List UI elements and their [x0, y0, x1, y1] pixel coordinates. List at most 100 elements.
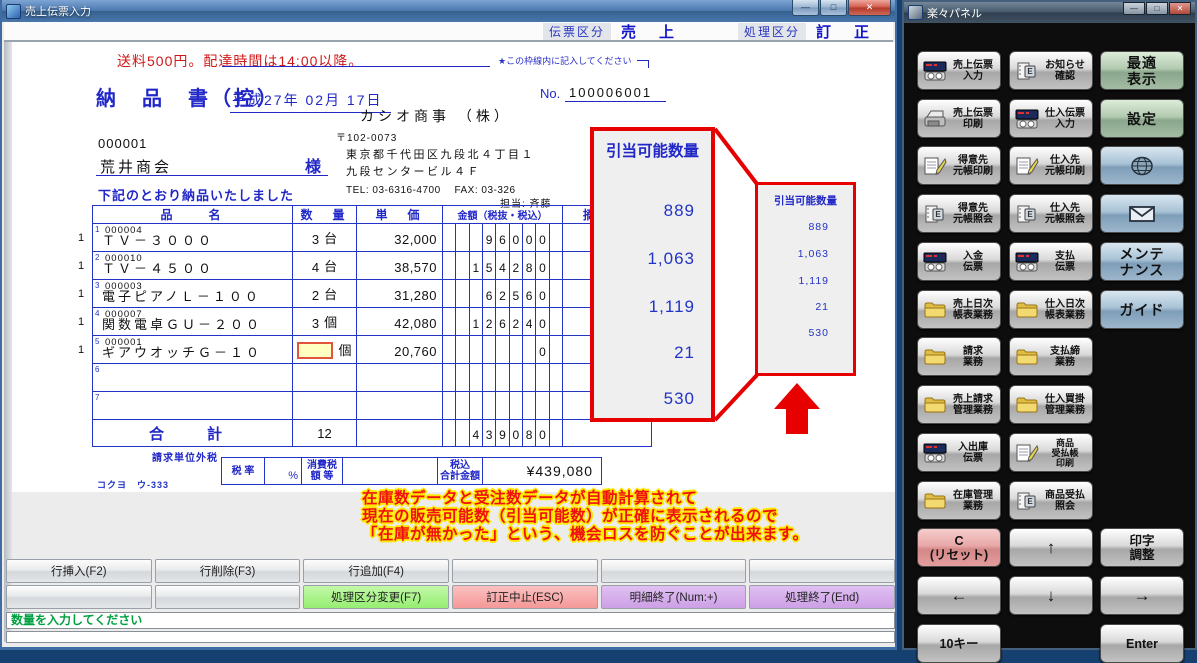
- panel-button-label: 仕入先 元帳照会: [1040, 203, 1090, 225]
- panel-button[interactable]: 売上伝票 入力: [917, 51, 1001, 90]
- panel-button[interactable]: E得意先 元帳照会: [917, 194, 1001, 233]
- panel-button-label: 支払 伝票: [1040, 251, 1090, 273]
- total-amount-digits: 439080: [443, 420, 562, 446]
- panel-button-label: 商品受払 照会: [1040, 490, 1090, 512]
- amount-digit-cell: [443, 280, 456, 307]
- amount-digit-cell: 4: [496, 252, 509, 279]
- panel-button[interactable]: ガイド: [1100, 290, 1184, 329]
- panel-button-label: ↑: [1010, 542, 1092, 553]
- header-price: 単 価: [357, 206, 443, 223]
- input-bar[interactable]: [6, 631, 895, 643]
- quantity-cell: 4台: [293, 252, 357, 279]
- panel-close-button[interactable]: ✕: [1169, 2, 1191, 15]
- function-button[interactable]: 行追加(F4): [303, 559, 449, 583]
- panel-button[interactable]: 在庫管理 業務: [917, 481, 1001, 520]
- amount-digit-cell: [443, 252, 456, 279]
- company-telfax: TEL: 03-6316-4700 FAX: 03-326: [346, 181, 516, 196]
- panel-button[interactable]: 仕入日次 帳表業務: [1009, 290, 1093, 329]
- allocatable-qty-value: 1,063: [647, 249, 695, 269]
- amount-digit-cell: 0: [523, 224, 536, 251]
- total-price-cell: [357, 420, 443, 446]
- amount-digit-cell: [456, 364, 469, 391]
- book-icon: E: [1014, 204, 1040, 224]
- amount-digit-cell: [550, 252, 562, 279]
- panel-button[interactable]: E商品受払 照会: [1009, 481, 1093, 520]
- panel-button[interactable]: 請求 業務: [917, 337, 1001, 376]
- panel-button[interactable]: 入出庫 伝票: [917, 433, 1001, 472]
- panel-button[interactable]: 設定: [1100, 99, 1184, 138]
- panel-button-label: 仕入買掛 管理業務: [1040, 394, 1090, 416]
- function-button[interactable]: 処理区分変更(F7): [303, 585, 449, 609]
- panel-button[interactable]: 仕入伝票 入力: [1009, 99, 1093, 138]
- amount-digit-cell: [470, 224, 483, 251]
- function-button-empty[interactable]: [601, 559, 747, 583]
- unit-price-cell: [357, 392, 443, 419]
- panel-button[interactable]: 得意先 元帳印刷: [917, 146, 1001, 185]
- panel-button[interactable]: 印字 調整: [1100, 528, 1184, 567]
- slip-number: 100006001: [565, 85, 666, 102]
- quantity-input[interactable]: [297, 342, 333, 359]
- panel-button[interactable]: 最適 表示: [1100, 51, 1184, 90]
- amount-digit-cell: [550, 336, 562, 363]
- panel-button[interactable]: 支払 伝票: [1009, 242, 1093, 281]
- amount-digit-cell: 2: [483, 308, 496, 335]
- function-button[interactable]: 処理終了(End): [749, 585, 895, 609]
- register-icon: [922, 443, 948, 463]
- company-zip: 〒102-0073: [336, 129, 397, 144]
- maximize-button[interactable]: □: [820, 0, 847, 16]
- allocatable-qty-value: 1,119: [649, 297, 695, 317]
- panel-button[interactable]: 支払締 業務: [1009, 337, 1093, 376]
- panel-button[interactable]: [1100, 194, 1184, 233]
- panel-maximize-button[interactable]: □: [1146, 2, 1168, 15]
- panel-button[interactable]: 売上請求 管理業務: [917, 385, 1001, 424]
- function-button[interactable]: 行挿入(F2): [6, 559, 152, 583]
- function-button[interactable]: 明細終了(Num:+): [601, 585, 747, 609]
- minimize-button[interactable]: —: [792, 0, 819, 16]
- function-button-row-1: 行挿入(F2)行削除(F3)行追加(F4): [6, 559, 895, 583]
- line-number: 5: [95, 337, 99, 346]
- panel-button[interactable]: Eお知らせ 確認: [1009, 51, 1093, 90]
- panel-button-label: ←: [918, 590, 1000, 601]
- slip-type-label: 伝票区分: [543, 23, 611, 40]
- unit-price-value: 32,000: [357, 224, 442, 251]
- line-number: 4: [95, 309, 99, 318]
- panel-button[interactable]: 10キー: [917, 624, 1001, 663]
- amount-digit-cell: 8: [523, 252, 536, 279]
- total-label: 合 計: [93, 420, 292, 446]
- amount-digit-cell: 9: [496, 420, 509, 446]
- panel-button[interactable]: Enter: [1100, 624, 1184, 663]
- close-button[interactable]: ✕: [848, 0, 891, 16]
- panel-button[interactable]: 仕入買掛 管理業務: [1009, 385, 1093, 424]
- function-button-empty[interactable]: [452, 559, 598, 583]
- panel-titlebar: 楽々パネル — □ ✕: [904, 2, 1195, 23]
- function-button[interactable]: 行削除(F3): [155, 559, 301, 583]
- panel-button[interactable]: 入金 伝票: [917, 242, 1001, 281]
- panel-button[interactable]: 仕入先 元帳印刷: [1009, 146, 1093, 185]
- function-button-empty[interactable]: [6, 585, 152, 609]
- panel-button[interactable]: [1100, 146, 1184, 185]
- function-button-empty[interactable]: [749, 559, 895, 583]
- panel-button[interactable]: 商品 受払帳 印刷: [1009, 433, 1093, 472]
- panel-button[interactable]: ↑: [1009, 528, 1093, 567]
- function-button-empty[interactable]: [155, 585, 301, 609]
- function-button[interactable]: 訂正中止(ESC): [452, 585, 598, 609]
- panel-button[interactable]: →: [1100, 576, 1184, 615]
- amount-digit-cell: [443, 336, 456, 363]
- panel-button-label: 10キー: [918, 637, 1000, 651]
- grand-total-value: ¥439,080: [482, 457, 602, 485]
- panel-button[interactable]: C (リセット): [917, 528, 1001, 567]
- amount-cell: 96000: [443, 224, 563, 251]
- panel-button[interactable]: メンテ ナンス: [1100, 242, 1184, 281]
- panel-minimize-button[interactable]: —: [1123, 2, 1145, 15]
- amount-digit-cell: 0: [536, 224, 549, 251]
- panel-button[interactable]: 売上日次 帳表業務: [917, 290, 1001, 329]
- quantity-value: [293, 392, 356, 419]
- panel-button[interactable]: ↓: [1009, 576, 1093, 615]
- panel-button[interactable]: E仕入先 元帳照会: [1009, 194, 1093, 233]
- customer-underline: [96, 175, 328, 176]
- tax-rate-label: 税 率: [221, 457, 265, 485]
- main-titlebar: 売上伝票入力 — □ ✕: [2, 0, 895, 22]
- unit-price-cell: 38,570: [357, 252, 443, 279]
- panel-button[interactable]: 売上伝票 印刷: [917, 99, 1001, 138]
- panel-button[interactable]: ←: [917, 576, 1001, 615]
